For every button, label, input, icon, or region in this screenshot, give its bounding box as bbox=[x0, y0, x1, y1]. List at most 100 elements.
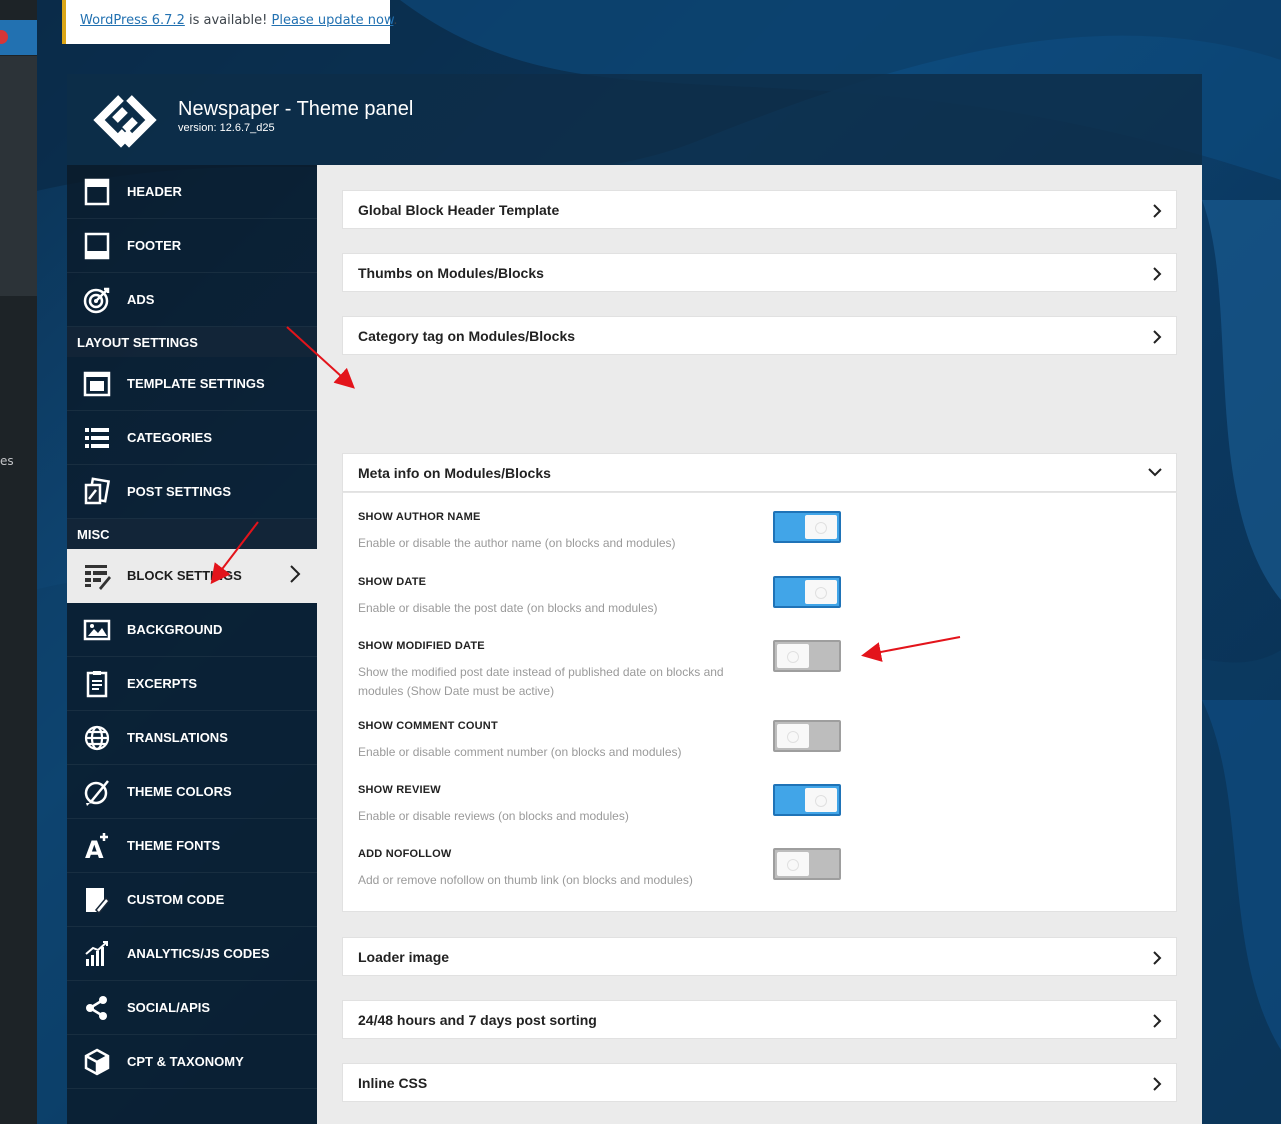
sidebar-item-translations[interactable]: TRANSLATIONS bbox=[67, 711, 317, 765]
toggle-knob bbox=[777, 724, 809, 748]
section-title: Inline CSS bbox=[358, 1074, 428, 1091]
block-settings-icon bbox=[67, 561, 127, 591]
sidebar-item-label: THEME FONTS bbox=[127, 838, 221, 853]
sidebar-item-categories[interactable]: CATEGORIES bbox=[67, 411, 317, 465]
section-category-tag-modules-blocks[interactable]: Category tag on Modules/Blocks bbox=[342, 316, 1177, 355]
section-loader-image[interactable]: Loader image bbox=[342, 937, 1177, 976]
section-inline-css[interactable]: Inline CSS bbox=[342, 1063, 1177, 1102]
show-modified-date-toggle[interactable] bbox=[773, 640, 841, 672]
sidebar-item-custom-code[interactable]: CUSTOM CODE bbox=[67, 873, 317, 927]
globe-icon bbox=[67, 723, 127, 753]
list-icon bbox=[67, 423, 127, 453]
section-title: 24/48 hours and 7 days post sorting bbox=[358, 1011, 597, 1028]
show-review-toggle[interactable] bbox=[773, 784, 841, 816]
chevron-right-icon bbox=[1153, 951, 1162, 965]
section-meta-info-modules-blocks[interactable]: Meta info on Modules/Blocks bbox=[342, 453, 1177, 492]
option-description: Add or remove nofollow on thumb link (on… bbox=[358, 873, 693, 887]
chevron-right-icon bbox=[1153, 267, 1162, 281]
toggle-knob bbox=[805, 788, 837, 812]
sidebar-item-theme-fonts[interactable]: A THEME FONTS bbox=[67, 819, 317, 873]
update-now-link[interactable]: Please update now bbox=[272, 13, 394, 28]
section-title: Meta info on Modules/Blocks bbox=[358, 464, 551, 481]
show-date-toggle[interactable] bbox=[773, 576, 841, 608]
option-title: SHOW COMMENT COUNT bbox=[358, 720, 498, 732]
section-title: Global Block Header Template bbox=[358, 201, 560, 218]
sidebar-item-label: TEMPLATE SETTINGS bbox=[127, 376, 265, 391]
sidebar-item-label: HEADER bbox=[127, 184, 182, 199]
sidebar-item-post-settings[interactable]: POST SETTINGS bbox=[67, 465, 317, 519]
sidebar-item-label: CATEGORIES bbox=[127, 430, 212, 445]
toggle-knob bbox=[805, 580, 837, 604]
sidebar-item-label: CUSTOM CODE bbox=[127, 892, 225, 907]
cube-icon bbox=[67, 1047, 127, 1077]
sidebar-item-label: TRANSLATIONS bbox=[127, 730, 228, 745]
wordpress-version-link[interactable]: WordPress 6.7.2 bbox=[80, 13, 185, 28]
sidebar-item-footer[interactable]: FOOTER bbox=[67, 219, 317, 273]
image-icon bbox=[67, 615, 127, 645]
section-title: Category tag on Modules/Blocks bbox=[358, 327, 576, 344]
sidebar-item-background[interactable]: BACKGROUND bbox=[67, 603, 317, 657]
settings-main-area: Global Block Header Template Thumbs on M… bbox=[317, 165, 1202, 1124]
show-comment-count-toggle[interactable] bbox=[773, 720, 841, 752]
sidebar-item-theme-colors[interactable]: THEME COLORS bbox=[67, 765, 317, 819]
option-show-date: SHOW DATE Enable or disable the post dat… bbox=[358, 576, 778, 618]
section-global-block-header-template[interactable]: Global Block Header Template bbox=[342, 190, 1177, 229]
show-author-name-toggle[interactable] bbox=[773, 511, 841, 543]
update-notice: WordPress 6.7.2 is available! Please upd… bbox=[62, 0, 398, 44]
template-icon bbox=[67, 369, 127, 399]
analytics-icon bbox=[67, 939, 127, 969]
section-misc: MISC bbox=[67, 519, 317, 549]
sidebar-item-label: ANALYTICS/JS CODES bbox=[127, 946, 270, 961]
theme-panel-sidebar: HEADER FOOTER ADS LAYOUT SETTINGS TEMPLA… bbox=[67, 165, 317, 1124]
header-icon bbox=[67, 177, 127, 207]
section-thumbs-modules-blocks[interactable]: Thumbs on Modules/Blocks bbox=[342, 253, 1177, 292]
section-post-sorting[interactable]: 24/48 hours and 7 days post sorting bbox=[342, 1000, 1177, 1039]
toggle-knob bbox=[805, 515, 837, 539]
sidebar-item-analytics[interactable]: ANALYTICS/JS CODES bbox=[67, 927, 317, 981]
sidebar-item-cpt-taxonomy[interactable]: CPT & TAXONOMY bbox=[67, 1035, 317, 1089]
option-show-review: SHOW REVIEW Enable or disable reviews (o… bbox=[358, 784, 778, 826]
sidebar-item-social-apis[interactable]: SOCIAL/APIS bbox=[67, 981, 317, 1035]
newspaper-logo-icon bbox=[93, 95, 157, 148]
sidebar-item-ads[interactable]: ADS bbox=[67, 273, 317, 327]
footer-icon bbox=[67, 231, 127, 261]
option-show-modified-date: SHOW MODIFIED DATE Show the modified pos… bbox=[358, 640, 758, 701]
sidebar-item-label: EXCERPTS bbox=[127, 676, 198, 691]
add-nofollow-toggle[interactable] bbox=[773, 848, 841, 880]
toggle-knob bbox=[777, 852, 809, 876]
sidebar-item-label: THEME COLORS bbox=[127, 784, 232, 799]
sidebar-item-block-settings[interactable]: BLOCK SETTINGS bbox=[67, 549, 317, 603]
sidebar-item-label: BACKGROUND bbox=[127, 622, 223, 637]
option-description: Enable or disable reviews (on blocks and… bbox=[358, 809, 629, 823]
share-icon bbox=[67, 993, 127, 1023]
chevron-right-icon bbox=[289, 564, 301, 587]
sidebar-item-label: ADS bbox=[127, 292, 155, 307]
brush-icon bbox=[67, 777, 127, 807]
sidebar-item-template-settings[interactable]: TEMPLATE SETTINGS bbox=[67, 357, 317, 411]
option-title: SHOW MODIFIED DATE bbox=[358, 640, 485, 652]
font-icon: A bbox=[67, 831, 127, 861]
code-pen-icon bbox=[67, 885, 127, 915]
chevron-right-icon bbox=[1153, 1014, 1162, 1028]
option-description: Enable or disable the author name (on bl… bbox=[358, 536, 676, 550]
section-title: Loader image bbox=[358, 948, 450, 965]
sidebar-item-header[interactable]: HEADER bbox=[67, 165, 317, 219]
option-title: ADD NOFOLLOW bbox=[358, 848, 452, 860]
panel-title: Newspaper - Theme panel bbox=[178, 98, 414, 120]
chevron-down-icon bbox=[1148, 468, 1162, 477]
wp-menu-partial-label[interactable]: es bbox=[0, 454, 14, 468]
option-title: SHOW AUTHOR NAME bbox=[358, 511, 481, 523]
option-add-nofollow: ADD NOFOLLOW Add or remove nofollow on t… bbox=[358, 848, 778, 890]
clipboard-icon bbox=[67, 669, 127, 699]
sidebar-item-label: CPT & TAXONOMY bbox=[127, 1054, 244, 1069]
option-description: Enable or disable the post date (on bloc… bbox=[358, 601, 658, 615]
panel-header: Newspaper - Theme panel version: 12.6.7_… bbox=[67, 74, 1202, 165]
section-title: Thumbs on Modules/Blocks bbox=[358, 264, 544, 281]
wp-submenu bbox=[0, 56, 37, 296]
section-layout-settings: LAYOUT SETTINGS bbox=[67, 327, 317, 357]
chevron-right-icon bbox=[1153, 1077, 1162, 1091]
option-show-author-name: SHOW AUTHOR NAME Enable or disable the a… bbox=[358, 511, 778, 553]
sidebar-item-excerpts[interactable]: EXCERPTS bbox=[67, 657, 317, 711]
svg-text:A: A bbox=[85, 836, 104, 861]
chevron-right-icon bbox=[1153, 330, 1162, 344]
